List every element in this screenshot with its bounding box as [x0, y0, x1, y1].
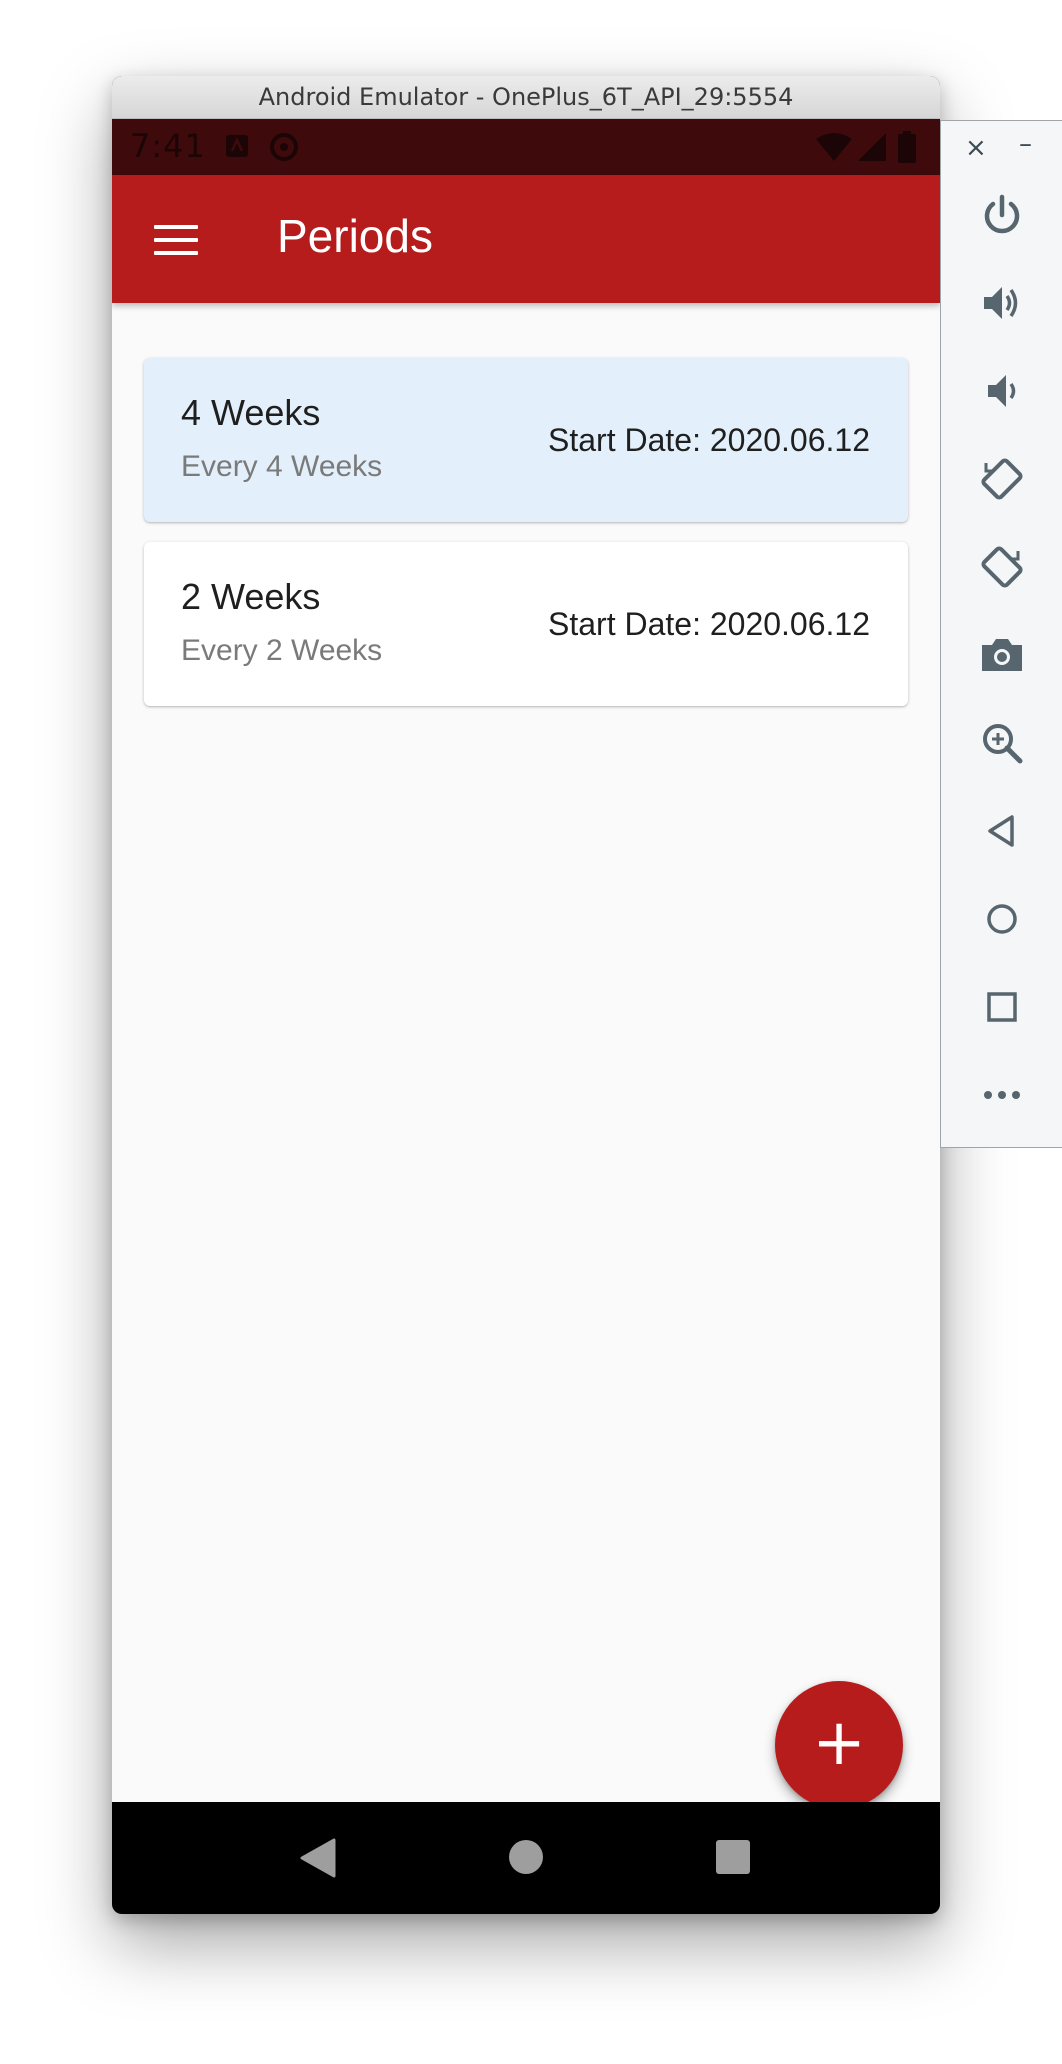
period-start-date: Start Date: 2020.06.12: [548, 422, 870, 458]
signal-icon: [858, 133, 886, 165]
app-bar: Periods: [112, 175, 940, 303]
rotate-left-icon[interactable]: [978, 455, 1026, 503]
period-start-date: Start Date: 2020.06.12: [548, 606, 870, 642]
volume-up-icon[interactable]: [978, 279, 1026, 327]
volume-down-icon[interactable]: [978, 367, 1026, 415]
close-icon[interactable]: ×: [965, 133, 987, 163]
minimize-icon[interactable]: –: [1019, 129, 1032, 159]
period-title: 2 Weeks: [181, 576, 321, 617]
wifi-icon: [816, 133, 852, 165]
sync-icon: [268, 131, 300, 167]
emulator-window: Android Emulator - OnePlus_6T_API_29:555…: [112, 76, 940, 1914]
period-title: 4 Weeks: [181, 392, 321, 433]
emulator-toolbar: × –: [940, 120, 1062, 1148]
period-card-4-weeks[interactable]: 4 Weeks Every 4 Weeks Start Date: 2020.0…: [144, 358, 908, 522]
add-icon: +: [812, 1706, 866, 1780]
window-title: Android Emulator - OnePlus_6T_API_29:555…: [258, 83, 794, 111]
page-title: Periods: [277, 210, 433, 262]
period-card-2-weeks[interactable]: 2 Weeks Every 2 Weeks Start Date: 2020.0…: [144, 542, 908, 706]
home-icon[interactable]: [978, 895, 1026, 943]
back-icon[interactable]: [978, 807, 1026, 855]
notification-app-icon: [224, 133, 250, 163]
status-bar: 7:41: [112, 119, 940, 175]
camera-icon[interactable]: [978, 631, 1026, 679]
period-frequency: Every 2 Weeks: [181, 634, 383, 667]
rotate-right-icon[interactable]: [978, 543, 1026, 591]
power-icon[interactable]: [978, 191, 1026, 239]
phone-screen: 7:41 Periods 4 Weeks Every 4 Weeks Start…: [112, 119, 940, 1914]
more-icon[interactable]: [978, 1071, 1026, 1119]
status-time: 7:41: [130, 127, 206, 165]
zoom-icon[interactable]: [978, 719, 1026, 767]
period-frequency: Every 4 Weeks: [181, 450, 383, 483]
nav-back-icon[interactable]: [300, 1838, 336, 1882]
nav-recents-icon[interactable]: [714, 1838, 752, 1880]
nav-home-icon[interactable]: [507, 1838, 545, 1880]
toolbar-window-controls: × –: [941, 129, 1062, 163]
system-nav-bar: [112, 1802, 940, 1914]
window-title-bar[interactable]: Android Emulator - OnePlus_6T_API_29:555…: [112, 76, 940, 119]
overview-icon[interactable]: [978, 983, 1026, 1031]
hamburger-menu-icon[interactable]: [154, 225, 198, 255]
battery-icon: [898, 131, 916, 167]
add-period-button[interactable]: +: [775, 1681, 903, 1809]
